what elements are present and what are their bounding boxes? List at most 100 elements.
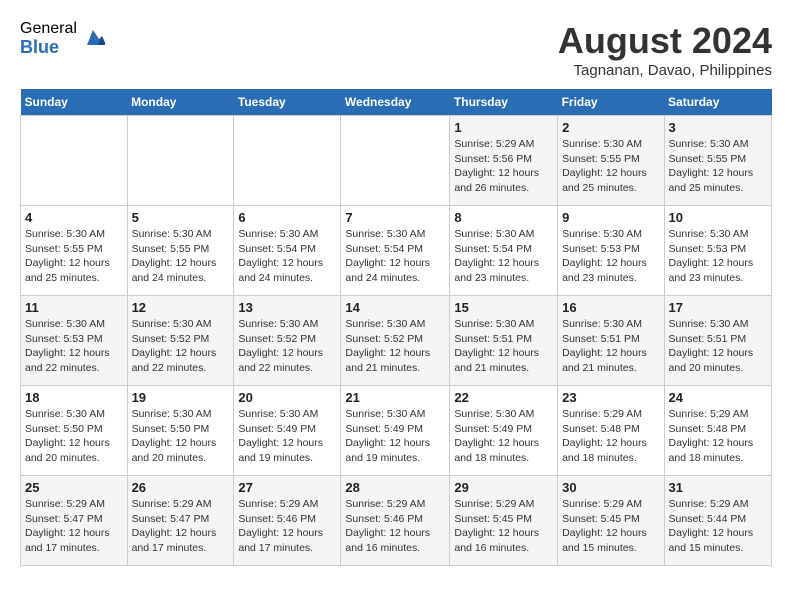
- logo-blue: Blue: [20, 38, 77, 58]
- day-info: Sunrise: 5:29 AM Sunset: 5:47 PM Dayligh…: [132, 497, 230, 556]
- day-info: Sunrise: 5:30 AM Sunset: 5:50 PM Dayligh…: [132, 407, 230, 466]
- day-number: 11: [25, 300, 123, 315]
- day-info: Sunrise: 5:29 AM Sunset: 5:46 PM Dayligh…: [345, 497, 445, 556]
- calendar-cell: [127, 116, 234, 206]
- day-info: Sunrise: 5:29 AM Sunset: 5:46 PM Dayligh…: [238, 497, 336, 556]
- day-number: 10: [669, 210, 767, 225]
- day-number: 16: [562, 300, 659, 315]
- day-info: Sunrise: 5:29 AM Sunset: 5:48 PM Dayligh…: [562, 407, 659, 466]
- day-info: Sunrise: 5:29 AM Sunset: 5:45 PM Dayligh…: [454, 497, 553, 556]
- calendar-cell: 3 Sunrise: 5:30 AM Sunset: 5:55 PM Daylig…: [664, 116, 771, 206]
- calendar-cell: 26 Sunrise: 5:29 AM Sunset: 5:47 PM Dayli…: [127, 476, 234, 566]
- day-number: 26: [132, 480, 230, 495]
- day-number: 6: [238, 210, 336, 225]
- day-number: 4: [25, 210, 123, 225]
- calendar-cell: 12 Sunrise: 5:30 AM Sunset: 5:52 PM Dayli…: [127, 296, 234, 386]
- calendar-cell: 16Sunrise: 5:30 AM Sunset: 5:51 PM Dayli…: [558, 296, 664, 386]
- calendar-cell: 8Sunrise: 5:30 AM Sunset: 5:54 PM Daylig…: [450, 206, 558, 296]
- calendar-cell: 17 Sunrise: 5:30 AM Sunset: 5:51 PM Dayli…: [664, 296, 771, 386]
- day-number: 14: [345, 300, 445, 315]
- logo: General Blue: [20, 20, 105, 57]
- day-number: 31: [669, 480, 767, 495]
- logo-general: General: [20, 20, 77, 38]
- day-number: 2: [562, 120, 659, 135]
- day-info: Sunrise: 5:29 AM Sunset: 5:48 PM Dayligh…: [669, 407, 767, 466]
- calendar-cell: 22 Sunrise: 5:30 AM Sunset: 5:49 PM Dayli…: [450, 386, 558, 476]
- weekday-header-wednesday: Wednesday: [341, 89, 450, 116]
- day-info: Sunrise: 5:29 AM Sunset: 5:45 PM Dayligh…: [562, 497, 659, 556]
- calendar-cell: 14Sunrise: 5:30 AM Sunset: 5:52 PM Dayli…: [341, 296, 450, 386]
- calendar-cell: 7Sunrise: 5:30 AM Sunset: 5:54 PM Daylig…: [341, 206, 450, 296]
- calendar-cell: 30Sunrise: 5:29 AM Sunset: 5:45 PM Dayli…: [558, 476, 664, 566]
- day-number: 12: [132, 300, 230, 315]
- calendar-cell: 21 Sunrise: 5:30 AM Sunset: 5:49 PM Dayli…: [341, 386, 450, 476]
- calendar-cell: 2 Sunrise: 5:30 AM Sunset: 5:55 PM Daylig…: [558, 116, 664, 206]
- day-info: Sunrise: 5:29 AM Sunset: 5:56 PM Dayligh…: [454, 137, 553, 196]
- calendar-cell: 31 Sunrise: 5:29 AM Sunset: 5:44 PM Dayli…: [664, 476, 771, 566]
- calendar-cell: 15 Sunrise: 5:30 AM Sunset: 5:51 PM Dayli…: [450, 296, 558, 386]
- day-info: Sunrise: 5:30 AM Sunset: 5:53 PM Dayligh…: [25, 317, 123, 376]
- title-block: August 2024 Tagnanan, Davao, Philippines: [558, 20, 772, 79]
- day-number: 29: [454, 480, 553, 495]
- day-number: 7: [345, 210, 445, 225]
- day-number: 3: [669, 120, 767, 135]
- weekday-header-tuesday: Tuesday: [234, 89, 341, 116]
- logo-icon: [81, 27, 105, 51]
- calendar-cell: 28 Sunrise: 5:29 AM Sunset: 5:46 PM Dayli…: [341, 476, 450, 566]
- day-info: Sunrise: 5:30 AM Sunset: 5:49 PM Dayligh…: [454, 407, 553, 466]
- day-number: 27: [238, 480, 336, 495]
- day-info: Sunrise: 5:29 AM Sunset: 5:44 PM Dayligh…: [669, 497, 767, 556]
- day-number: 25: [25, 480, 123, 495]
- calendar-cell: [21, 116, 128, 206]
- day-number: 17: [669, 300, 767, 315]
- calendar-cell: 1 Sunrise: 5:29 AM Sunset: 5:56 PM Daylig…: [450, 116, 558, 206]
- day-info: Sunrise: 5:30 AM Sunset: 5:55 PM Dayligh…: [669, 137, 767, 196]
- day-info: Sunrise: 5:30 AM Sunset: 5:52 PM Dayligh…: [238, 317, 336, 376]
- day-number: 24: [669, 390, 767, 405]
- weekday-header-thursday: Thursday: [450, 89, 558, 116]
- day-number: 18: [25, 390, 123, 405]
- day-info: Sunrise: 5:30 AM Sunset: 5:55 PM Dayligh…: [132, 227, 230, 286]
- weekday-row: SundayMondayTuesdayWednesdayThursdayFrid…: [21, 89, 772, 116]
- day-info: Sunrise: 5:30 AM Sunset: 5:49 PM Dayligh…: [345, 407, 445, 466]
- day-info: Sunrise: 5:30 AM Sunset: 5:49 PM Dayligh…: [238, 407, 336, 466]
- calendar-cell: 13 Sunrise: 5:30 AM Sunset: 5:52 PM Dayli…: [234, 296, 341, 386]
- calendar-cell: 27 Sunrise: 5:29 AM Sunset: 5:46 PM Dayli…: [234, 476, 341, 566]
- day-info: Sunrise: 5:30 AM Sunset: 5:51 PM Dayligh…: [454, 317, 553, 376]
- calendar-cell: 24 Sunrise: 5:29 AM Sunset: 5:48 PM Dayli…: [664, 386, 771, 476]
- day-number: 5: [132, 210, 230, 225]
- calendar-cell: 20 Sunrise: 5:30 AM Sunset: 5:49 PM Dayli…: [234, 386, 341, 476]
- day-info: Sunrise: 5:29 AM Sunset: 5:47 PM Dayligh…: [25, 497, 123, 556]
- month-year: August 2024: [558, 20, 772, 62]
- day-info: Sunrise: 5:30 AM Sunset: 5:52 PM Dayligh…: [132, 317, 230, 376]
- week-row-3: 11 Sunrise: 5:30 AM Sunset: 5:53 PM Dayli…: [21, 296, 772, 386]
- weekday-header-monday: Monday: [127, 89, 234, 116]
- day-number: 20: [238, 390, 336, 405]
- day-number: 23: [562, 390, 659, 405]
- calendar-cell: 29 Sunrise: 5:29 AM Sunset: 5:45 PM Dayli…: [450, 476, 558, 566]
- day-number: 22: [454, 390, 553, 405]
- day-number: 28: [345, 480, 445, 495]
- page-header: General Blue August 2024 Tagnanan, Davao…: [20, 20, 772, 79]
- day-info: Sunrise: 5:30 AM Sunset: 5:50 PM Dayligh…: [25, 407, 123, 466]
- day-info: Sunrise: 5:30 AM Sunset: 5:55 PM Dayligh…: [562, 137, 659, 196]
- day-number: 15: [454, 300, 553, 315]
- calendar-cell: 18 Sunrise: 5:30 AM Sunset: 5:50 PM Dayli…: [21, 386, 128, 476]
- day-number: 21: [345, 390, 445, 405]
- day-number: 13: [238, 300, 336, 315]
- weekday-header-saturday: Saturday: [664, 89, 771, 116]
- day-info: Sunrise: 5:30 AM Sunset: 5:51 PM Dayligh…: [669, 317, 767, 376]
- calendar-cell: [341, 116, 450, 206]
- location: Tagnanan, Davao, Philippines: [558, 62, 772, 79]
- day-info: Sunrise: 5:30 AM Sunset: 5:54 PM Dayligh…: [238, 227, 336, 286]
- day-info: Sunrise: 5:30 AM Sunset: 5:55 PM Dayligh…: [25, 227, 123, 286]
- day-number: 1: [454, 120, 553, 135]
- day-number: 19: [132, 390, 230, 405]
- week-row-1: 1 Sunrise: 5:29 AM Sunset: 5:56 PM Daylig…: [21, 116, 772, 206]
- calendar-cell: 10 Sunrise: 5:30 AM Sunset: 5:53 PM Dayli…: [664, 206, 771, 296]
- calendar-cell: 23 Sunrise: 5:29 AM Sunset: 5:48 PM Dayli…: [558, 386, 664, 476]
- day-info: Sunrise: 5:30 AM Sunset: 5:53 PM Dayligh…: [669, 227, 767, 286]
- weekday-header-friday: Friday: [558, 89, 664, 116]
- calendar-cell: 5 Sunrise: 5:30 AM Sunset: 5:55 PM Daylig…: [127, 206, 234, 296]
- weekday-header-sunday: Sunday: [21, 89, 128, 116]
